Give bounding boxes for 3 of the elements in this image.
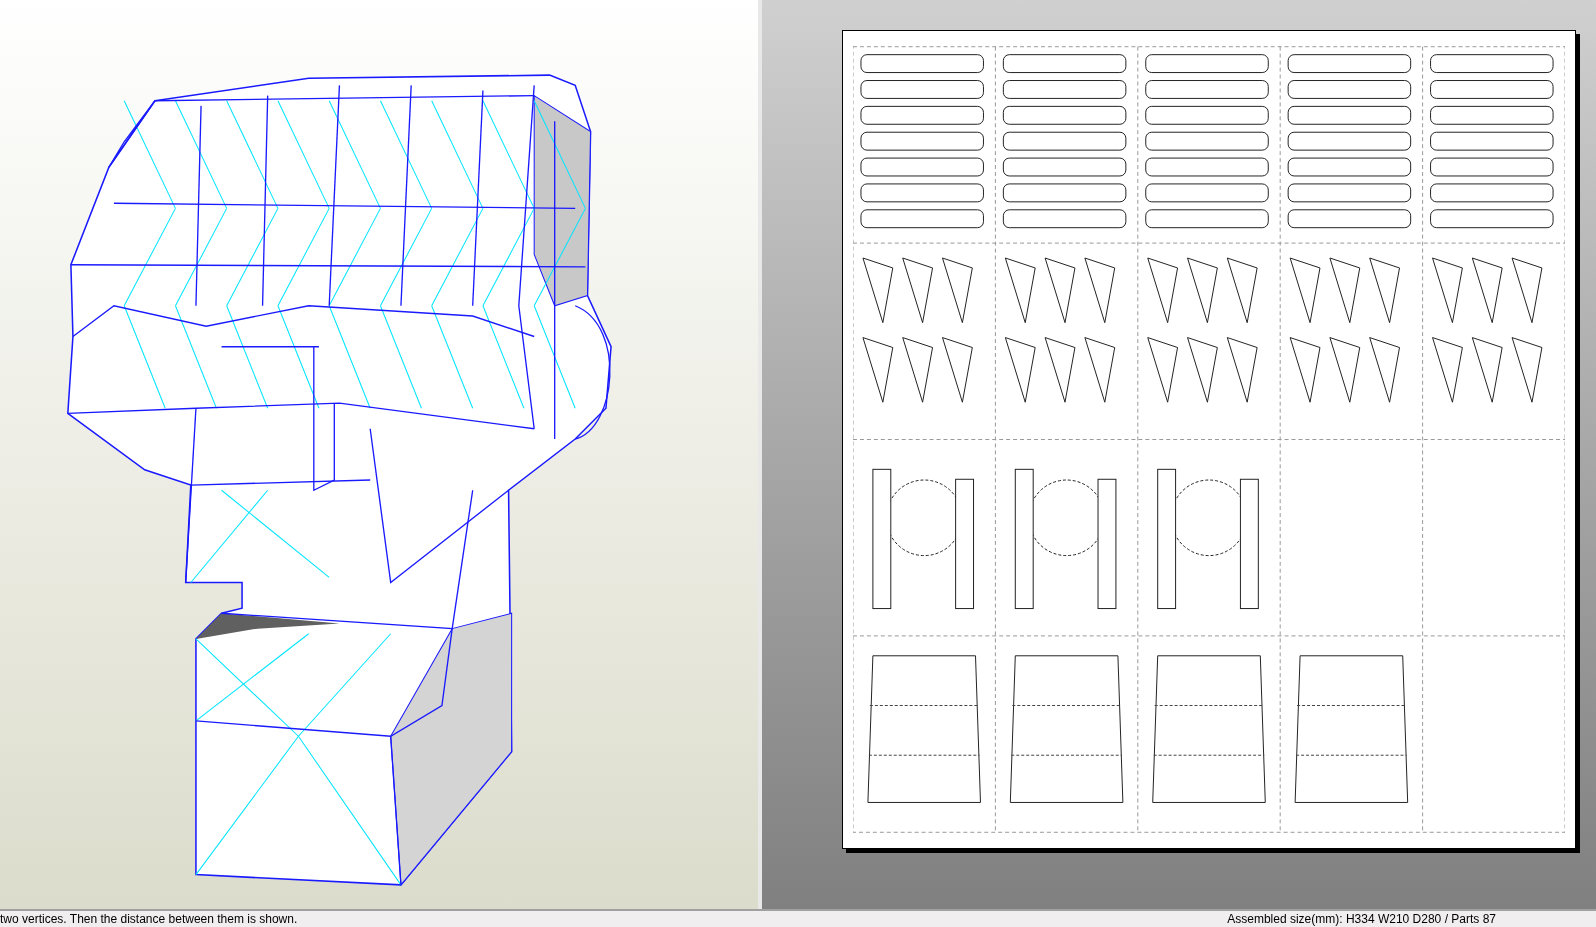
2d-view-panel[interactable] xyxy=(762,0,1596,909)
status-message: two vertices. Then the distance between them is shown. xyxy=(0,911,298,927)
assembled-size-text: Assembled size(mm): H334 W210 D280 / Parts 87 xyxy=(1227,911,1496,927)
